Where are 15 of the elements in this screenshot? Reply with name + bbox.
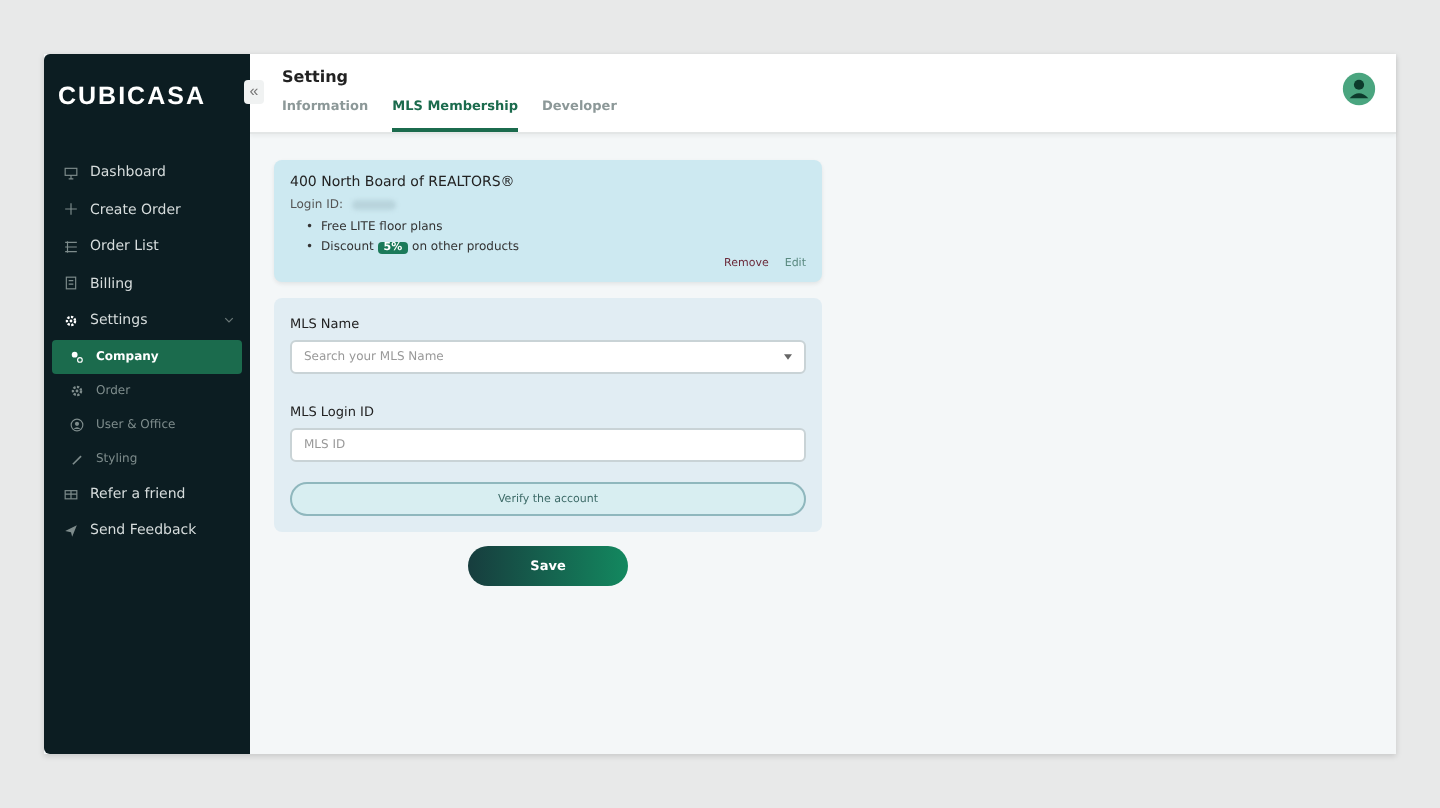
page-title: Setting: [282, 68, 350, 86]
list-icon: [64, 239, 78, 254]
gear-icon: [64, 313, 78, 328]
paper-plane-icon: [64, 523, 78, 538]
gears-icon: [70, 349, 84, 363]
user-icon: [70, 417, 84, 431]
avatar-icon[interactable]: [1342, 72, 1376, 106]
collapse-button[interactable]: «: [244, 80, 264, 104]
monitor-icon: [64, 165, 78, 180]
pen-icon: [70, 451, 84, 465]
gear-icon: [70, 383, 84, 397]
caret-icon: [784, 354, 792, 360]
plus-icon: [64, 202, 78, 217]
logo: CUBICASA: [58, 82, 208, 110]
document-icon: [64, 276, 78, 291]
